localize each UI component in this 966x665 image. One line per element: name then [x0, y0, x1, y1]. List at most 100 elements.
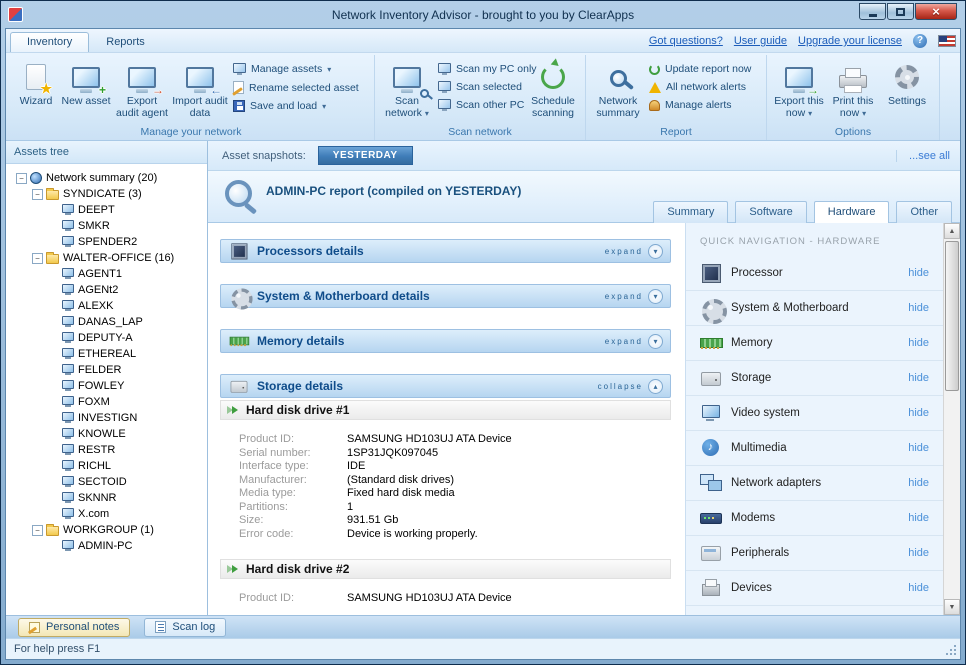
- tree-item[interactable]: RICHL: [8, 458, 205, 474]
- tree-item[interactable]: DANAS_LAP: [8, 314, 205, 330]
- schedule-scanning-button[interactable]: Schedule scanning: [526, 57, 580, 125]
- tree-item[interactable]: − SYNDICATE (3): [8, 186, 205, 202]
- section-header[interactable]: Processors details expand ▾: [220, 239, 671, 263]
- wizard-button[interactable]: ★ Wizard: [13, 57, 59, 125]
- scan-other-pc-button[interactable]: Scan other PC: [438, 99, 522, 111]
- save-and-load-button[interactable]: Save and load ▾: [233, 100, 365, 112]
- tree-expander[interactable]: −: [32, 525, 43, 536]
- hide-link[interactable]: hide: [908, 372, 929, 384]
- tree-item[interactable]: RESTR: [8, 442, 205, 458]
- scroll-thumb[interactable]: [945, 241, 959, 391]
- quicknav-panel: QUICK NAVIGATION - HARDWARE Processor hi…: [685, 223, 943, 615]
- tree-item[interactable]: ADMIN-PC: [8, 538, 205, 554]
- see-all-link[interactable]: ...see all: [896, 150, 950, 162]
- tree-item[interactable]: − WALTER-OFFICE (16): [8, 250, 205, 266]
- tree-item[interactable]: X.com: [8, 506, 205, 522]
- manage-assets-button[interactable]: Manage assets ▾: [233, 63, 365, 75]
- quicknav-item[interactable]: Storage hide: [686, 361, 943, 396]
- hide-link[interactable]: hide: [908, 512, 929, 524]
- tree-item[interactable]: KNOWLE: [8, 426, 205, 442]
- titlebar[interactable]: Network Inventory Advisor - brought to y…: [5, 1, 961, 28]
- quicknav-item[interactable]: Video system hide: [686, 396, 943, 431]
- quicknav-item[interactable]: Devices hide: [686, 571, 943, 606]
- tree-expander[interactable]: −: [32, 253, 43, 264]
- update-report-button[interactable]: Update report now: [649, 63, 757, 75]
- network-alerts-button[interactable]: All network alerts: [649, 81, 757, 93]
- tree-item[interactable]: − Network summary (20): [8, 170, 205, 186]
- tab-other[interactable]: Other: [896, 201, 952, 223]
- personal-notes-button[interactable]: Personal notes: [18, 618, 130, 637]
- tree-item[interactable]: INVESTIGN: [8, 410, 205, 426]
- quicknav-item[interactable]: Modems hide: [686, 501, 943, 536]
- scroll-up-arrow[interactable]: ▲: [944, 223, 960, 239]
- tree-item[interactable]: AGENt2: [8, 282, 205, 298]
- scan-selected-button[interactable]: Scan selected: [438, 81, 522, 93]
- print-this-now-button[interactable]: Print this now ▾: [826, 57, 880, 125]
- tab-hardware[interactable]: Hardware: [814, 201, 890, 223]
- scroll-down-arrow[interactable]: ▼: [944, 599, 960, 615]
- tree-item[interactable]: DEEPT: [8, 202, 205, 218]
- tree-item[interactable]: FOXM: [8, 394, 205, 410]
- got-questions-link[interactable]: Got questions?: [649, 35, 723, 47]
- tree-expander[interactable]: −: [32, 189, 43, 200]
- us-flag-icon[interactable]: [938, 35, 956, 47]
- tree-item[interactable]: − WORKGROUP (1): [8, 522, 205, 538]
- tree-item[interactable]: SECTOID: [8, 474, 205, 490]
- new-asset-button[interactable]: + New asset: [59, 57, 113, 125]
- rename-asset-button[interactable]: Rename selected asset: [233, 81, 365, 94]
- tree-item[interactable]: FOWLEY: [8, 378, 205, 394]
- resize-grip[interactable]: [944, 643, 958, 657]
- tab-summary[interactable]: Summary: [653, 201, 728, 223]
- quicknav-item[interactable]: Multimedia hide: [686, 431, 943, 466]
- tree-item[interactable]: ALEXK: [8, 298, 205, 314]
- network-summary-button[interactable]: Network summary: [591, 57, 645, 125]
- hide-link[interactable]: hide: [908, 267, 929, 279]
- section-toggle-button[interactable]: ▾: [648, 334, 663, 349]
- hide-link[interactable]: hide: [908, 407, 929, 419]
- user-guide-link[interactable]: User guide: [734, 35, 787, 47]
- help-icon[interactable]: ?: [913, 34, 927, 48]
- hide-link[interactable]: hide: [908, 302, 929, 314]
- tree-item[interactable]: AGENT1: [8, 266, 205, 282]
- export-audit-agent-button[interactable]: → Export audit agent: [113, 57, 171, 125]
- tree-item[interactable]: FELDER: [8, 362, 205, 378]
- quicknav-item[interactable]: Memory hide: [686, 326, 943, 361]
- tree-item[interactable]: SKNNR: [8, 490, 205, 506]
- maximize-button[interactable]: [887, 3, 914, 20]
- minimize-button[interactable]: [859, 3, 886, 20]
- hide-link[interactable]: hide: [908, 337, 929, 349]
- scan-network-button[interactable]: Scan network ▾: [380, 57, 434, 125]
- section-toggle-button[interactable]: ▾: [648, 289, 663, 304]
- tree-item[interactable]: DEPUTY-A: [8, 330, 205, 346]
- quicknav-item[interactable]: Network adapters hide: [686, 466, 943, 501]
- hide-link[interactable]: hide: [908, 442, 929, 454]
- quicknav-item[interactable]: System & Motherboard hide: [686, 291, 943, 326]
- import-audit-data-button[interactable]: ← Import audit data: [171, 57, 229, 125]
- tab-software[interactable]: Software: [735, 201, 806, 223]
- tree-item[interactable]: SMKR: [8, 218, 205, 234]
- section-header[interactable]: System & Motherboard details expand ▾: [220, 284, 671, 308]
- close-button[interactable]: ×: [915, 3, 957, 20]
- hide-link[interactable]: hide: [908, 582, 929, 594]
- quicknav-item[interactable]: Processor hide: [686, 256, 943, 291]
- section-header[interactable]: Storage details collapse ▴: [220, 374, 671, 398]
- tab-inventory[interactable]: Inventory: [10, 32, 89, 52]
- tree-item[interactable]: SPENDER2: [8, 234, 205, 250]
- tree-expander[interactable]: −: [16, 173, 27, 184]
- tree-item[interactable]: ETHEREAL: [8, 346, 205, 362]
- settings-button[interactable]: Settings: [880, 57, 934, 125]
- manage-alerts-button[interactable]: Manage alerts: [649, 99, 757, 111]
- scan-my-pc-button[interactable]: Scan my PC only: [438, 63, 522, 75]
- section-toggle-button[interactable]: ▾: [648, 244, 663, 259]
- section-toggle-button[interactable]: ▴: [648, 379, 663, 394]
- tab-reports[interactable]: Reports: [89, 32, 162, 52]
- vertical-scrollbar[interactable]: ▲ ▼: [943, 223, 960, 615]
- hide-link[interactable]: hide: [908, 547, 929, 559]
- upgrade-license-link[interactable]: Upgrade your license: [798, 35, 902, 47]
- section-header[interactable]: Memory details expand ▾: [220, 329, 671, 353]
- hide-link[interactable]: hide: [908, 477, 929, 489]
- scan-log-button[interactable]: Scan log: [144, 618, 226, 637]
- quicknav-item[interactable]: Peripherals hide: [686, 536, 943, 571]
- snapshot-yesterday-button[interactable]: YESTERDAY: [318, 146, 413, 165]
- export-this-now-button[interactable]: → Export this now ▾: [772, 57, 826, 125]
